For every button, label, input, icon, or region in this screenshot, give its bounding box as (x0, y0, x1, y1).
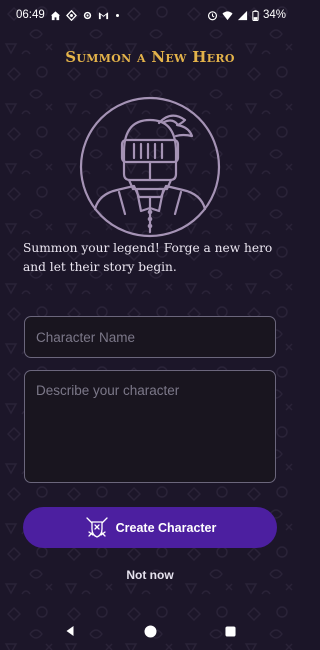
gmail-icon (98, 10, 109, 21)
create-character-screen: 06:49 34% Summon a New Hero Summon your … (0, 0, 300, 650)
alarm-icon (207, 10, 218, 21)
intro-text: Summon your legend! Forge a new hero and… (23, 241, 273, 274)
wifi-icon (222, 10, 233, 21)
status-bar: 06:49 34% (0, 0, 300, 30)
knight-helmet-icon (79, 96, 221, 238)
create-character-button[interactable]: Create Character (23, 507, 277, 548)
status-time: 06:49 (16, 9, 45, 21)
character-description-input[interactable] (24, 370, 276, 483)
battery-percent: 34% (262, 9, 286, 21)
recents-icon[interactable] (223, 624, 237, 638)
crossed-swords-shield-icon (84, 515, 110, 541)
settings-icon (82, 10, 93, 21)
avatar (79, 96, 221, 238)
page-title: Summon a New Hero (65, 48, 235, 66)
location-icon (65, 9, 77, 21)
status-right: 34% (207, 9, 286, 21)
signal-icon (237, 10, 248, 21)
create-character-label: Create Character (115, 520, 217, 535)
notification-dot (115, 13, 119, 17)
status-left: 06:49 (16, 9, 119, 21)
navigation-bar (0, 612, 300, 650)
character-name-input[interactable] (24, 316, 276, 358)
back-icon[interactable] (63, 624, 77, 638)
battery-icon (252, 9, 259, 21)
not-now-button[interactable]: Not now (100, 565, 200, 585)
home-icon (50, 10, 61, 21)
home-icon[interactable] (143, 624, 157, 638)
